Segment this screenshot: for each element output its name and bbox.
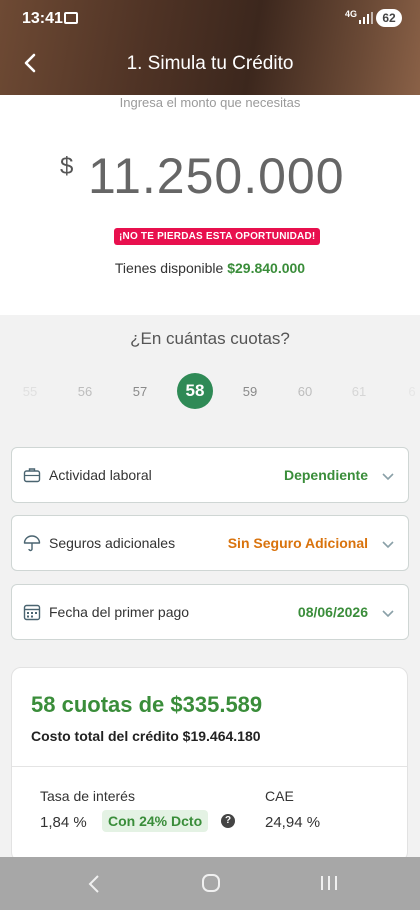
fecha-primer-pago-row[interactable]: Fecha del primer pago 08/06/2026	[11, 584, 409, 640]
cuota-option[interactable]: 59	[235, 384, 265, 399]
cuotas-selector[interactable]: 55 56 57 58 59 60 61 6	[0, 372, 420, 412]
option-value: Dependiente	[283, 467, 368, 483]
cae-label: CAE	[265, 788, 294, 804]
cuotas-question: ¿En cuántas cuotas?	[130, 329, 290, 348]
amount-input[interactable]: 11.250.000	[88, 147, 345, 205]
option-value: 08/06/2026	[297, 604, 368, 620]
option-label: Fecha del primer pago	[49, 604, 190, 620]
option-value: Sin Seguro Adicional	[227, 535, 368, 551]
cuota-option[interactable]: 61	[344, 384, 374, 399]
system-back-icon[interactable]	[86, 874, 102, 894]
currency-symbol: $	[60, 153, 74, 180]
available-value: $29.840.000	[227, 260, 306, 276]
option-label: Actividad laboral	[49, 467, 152, 483]
status-bar: 13:41 4G 62	[0, 0, 420, 38]
cae-value: 24,94 %	[265, 814, 321, 831]
amount-hint: Ingresa el monto que necesitas	[119, 95, 301, 110]
amount-section: Ingresa el monto que necesitas $ 11.250.…	[0, 95, 420, 315]
app-header: 13:41 4G 62 1. Simula tu Crédito	[0, 0, 420, 95]
calendar-icon	[23, 604, 41, 621]
promo-badge: ¡NO TE PIERDAS ESTA OPORTUNIDAD!	[114, 228, 321, 245]
cuotas-summary: 58 cuotas de $335.589	[31, 692, 263, 717]
available-label: Tienes disponible	[114, 260, 224, 276]
cuota-option[interactable]: 57	[125, 384, 155, 399]
network-type: 4G	[345, 9, 358, 19]
descuento-badge: Con 24% Dcto	[102, 810, 209, 832]
tasa-label: Tasa de interés	[40, 788, 135, 804]
briefcase-icon	[23, 468, 41, 483]
cuota-option[interactable]: 56	[70, 384, 100, 399]
umbrella-icon	[23, 535, 41, 552]
signal-icon	[359, 12, 373, 24]
page-title: 1. Simula tu Crédito	[126, 53, 294, 74]
seguros-adicionales-row[interactable]: Seguros adicionales Sin Seguro Adicional	[11, 515, 409, 571]
tasa-value: 1,84 %	[40, 814, 87, 831]
costo-total: Costo total del crédito $19.464.180	[31, 728, 261, 744]
option-label: Seguros adicionales	[49, 535, 176, 551]
available-amount: Tienes disponible $29.840.000	[0, 260, 420, 276]
chevron-down-icon	[382, 541, 394, 549]
battery-indicator: 62	[376, 9, 402, 27]
status-time: 13:41	[22, 10, 63, 27]
actividad-laboral-row[interactable]: Actividad laboral Dependiente	[11, 447, 409, 503]
chevron-down-icon	[382, 473, 394, 481]
recents-icon[interactable]	[319, 874, 339, 892]
cuota-option[interactable]: 6	[397, 384, 420, 399]
cuota-option[interactable]: 60	[290, 384, 320, 399]
cuota-option[interactable]: 55	[15, 384, 45, 399]
result-card: 58 cuotas de $335.589 Costo total del cr…	[11, 667, 408, 862]
cuota-option-selected[interactable]: 58	[177, 373, 213, 409]
screen-record-icon	[64, 12, 78, 24]
home-icon[interactable]	[201, 873, 221, 893]
system-navigation-bar	[0, 857, 420, 910]
chevron-down-icon	[382, 610, 394, 618]
divider	[12, 766, 407, 767]
help-icon[interactable]: ?	[221, 814, 235, 828]
